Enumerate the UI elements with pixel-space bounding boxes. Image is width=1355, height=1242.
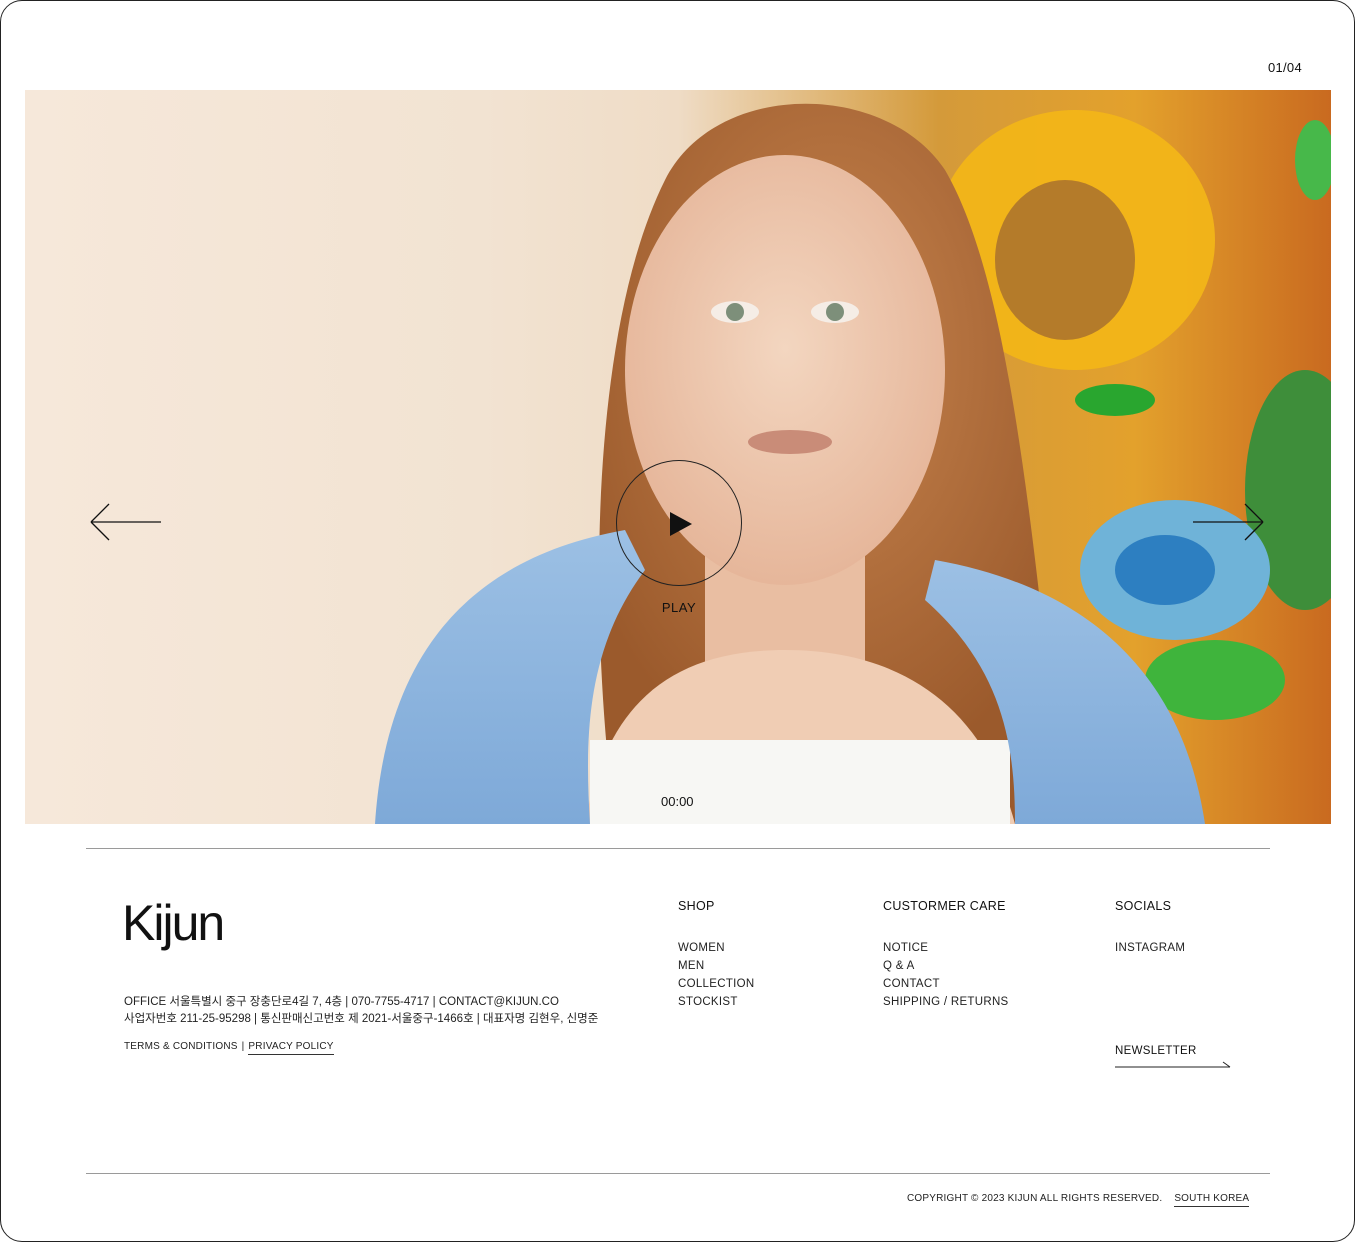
company-info: OFFICE 서울특별시 중구 장충단로4길 7, 4층 | 070-7755-… (124, 994, 598, 1028)
newsletter-label: NEWSLETTER (1115, 1045, 1197, 1057)
shop-link-stockist[interactable]: STOCKIST (678, 993, 755, 1011)
prev-slide-button[interactable] (89, 502, 163, 542)
slide-counter: 01/04 (1267, 60, 1302, 75)
footer-top-divider (86, 848, 1270, 849)
office-address: OFFICE 서울특별시 중구 장충단로4길 7, 4층 | 070-7755-… (124, 996, 559, 1008)
care-link-qna[interactable]: Q & A (883, 957, 1009, 975)
hero-video-slider[interactable]: PLAY 00:00 (25, 90, 1331, 824)
arrow-right-icon (1193, 503, 1264, 541)
legal-links: TERMS & CONDITIONS | PRIVACY POLICY (124, 1041, 334, 1055)
video-timecode: 00:00 (661, 794, 694, 809)
footer-column-shop: SHOP WOMEN MEN COLLECTION STOCKIST (678, 899, 755, 1011)
shop-link-women[interactable]: WOMEN (678, 939, 755, 957)
hero-image (375, 103, 1331, 824)
region-selector[interactable]: SOUTH KOREA (1174, 1193, 1250, 1207)
care-link-shipping-returns[interactable]: SHIPPING / RETURNS (883, 993, 1009, 1011)
play-button[interactable]: PLAY (615, 460, 743, 615)
arrow-left-icon (90, 503, 161, 541)
business-registration: 사업자번호 211-25-95298 | 통신판매신고번호 제 2021-서울중… (124, 1013, 599, 1025)
copyright-text: COPYRIGHT © 2023 KIJUN ALL RIGHTS RESERV… (907, 1193, 1163, 1204)
newsletter-link[interactable]: NEWSLETTER (1115, 1041, 1231, 1069)
legal-separator: | (241, 1041, 245, 1052)
shop-link-collection[interactable]: COLLECTION (678, 975, 755, 993)
terms-link[interactable]: TERMS & CONDITIONS (124, 1041, 238, 1052)
newsletter-arrow-icon (1115, 1061, 1231, 1068)
footer-column-socials: SOCIALS INSTAGRAM (1115, 899, 1185, 957)
customer-care-heading: CUSTORMER CARE (883, 899, 1006, 913)
shop-heading: SHOP (678, 899, 715, 913)
care-link-contact[interactable]: CONTACT (883, 975, 1009, 993)
footer-bottom-divider (86, 1173, 1270, 1174)
brand-logo[interactable]: Kijun (122, 894, 225, 952)
socials-heading: SOCIALS (1115, 899, 1172, 913)
care-link-notice[interactable]: NOTICE (883, 939, 1009, 957)
next-slide-button[interactable] (1191, 502, 1265, 542)
privacy-policy-link[interactable]: PRIVACY POLICY (248, 1041, 334, 1055)
copyright-bar: COPYRIGHT © 2023 KIJUN ALL RIGHTS RESERV… (907, 1193, 1250, 1207)
play-icon (670, 512, 692, 536)
page-frame: 01/04 PLAY 00:00 Kijun OFFICE 서울특별시 중구 장… (0, 0, 1355, 1242)
social-link-instagram[interactable]: INSTAGRAM (1115, 939, 1185, 957)
play-label: PLAY (661, 600, 697, 615)
shop-link-men[interactable]: MEN (678, 957, 755, 975)
footer-column-customer-care: CUSTORMER CARE NOTICE Q & A CONTACT SHIP… (883, 899, 1009, 1011)
play-circle (616, 460, 742, 586)
